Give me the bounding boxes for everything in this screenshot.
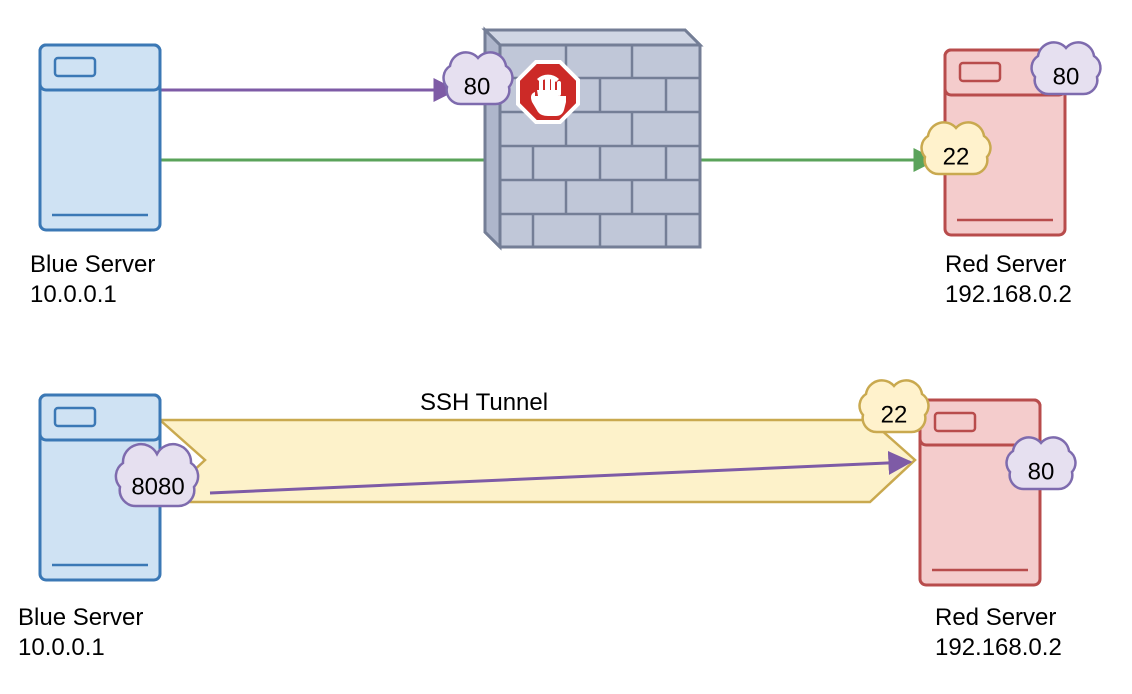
blue-server-top: Blue Server 10.0.0.1 (30, 45, 160, 308)
port-label: 8080 (131, 473, 184, 500)
blue-server-bottom: Blue Server 10.0.0.1 (18, 395, 160, 661)
server-icon (40, 45, 160, 230)
cloud-red-port-22: 22 (922, 122, 991, 174)
svg-text:Red Server: Red Server (945, 251, 1066, 278)
ssh-tunnel-diagram: Blue Server 10.0.0.1 (0, 0, 1132, 694)
svg-text:10.0.0.1: 10.0.0.1 (18, 634, 105, 661)
server-icon (920, 400, 1040, 585)
port-label: 80 (1053, 63, 1080, 90)
blue-server-ip: 10.0.0.1 (30, 281, 117, 308)
red-server-name: Red Server (935, 604, 1056, 631)
cloud-blocked-port-80: 80 (444, 52, 513, 104)
red-server-name: Red Server (945, 251, 1066, 278)
port-label: 80 (1028, 458, 1055, 485)
cloud-red-port-22-bottom: 22 (860, 380, 929, 432)
cloud-red-port-80-bottom: 80 (1007, 437, 1076, 489)
red-server-bottom: Red Server 192.168.0.2 (920, 400, 1062, 661)
firewall-icon (485, 30, 700, 247)
blue-server-name: Blue Server (18, 604, 143, 631)
red-server-ip: 192.168.0.2 (945, 281, 1072, 308)
port-label: 22 (881, 401, 908, 428)
scene-top-before-tunnel: Blue Server 10.0.0.1 (30, 30, 1100, 308)
svg-text:10.0.0.1: 10.0.0.1 (30, 281, 117, 308)
scene-bottom-after-tunnel: SSH Tunnel Blue Server 10.0.0.1 8080 (18, 380, 1075, 661)
port-label: 22 (943, 143, 970, 170)
ssh-tunnel-label: SSH Tunnel (420, 389, 548, 416)
svg-text:192.168.0.2: 192.168.0.2 (945, 281, 1072, 308)
stop-icon (518, 62, 578, 122)
red-server-ip: 192.168.0.2 (935, 634, 1062, 661)
blue-server-ip: 10.0.0.1 (18, 634, 105, 661)
svg-text:Red Server: Red Server (935, 604, 1056, 631)
port-label: 80 (464, 73, 491, 100)
svg-text:Blue Server: Blue Server (18, 604, 143, 631)
svg-text:Blue Server: Blue Server (30, 251, 155, 278)
blue-server-name: Blue Server (30, 251, 155, 278)
svg-text:192.168.0.2: 192.168.0.2 (935, 634, 1062, 661)
cloud-blue-port-8080: 8080 (116, 444, 198, 506)
cloud-red-port-80: 80 (1032, 42, 1101, 94)
